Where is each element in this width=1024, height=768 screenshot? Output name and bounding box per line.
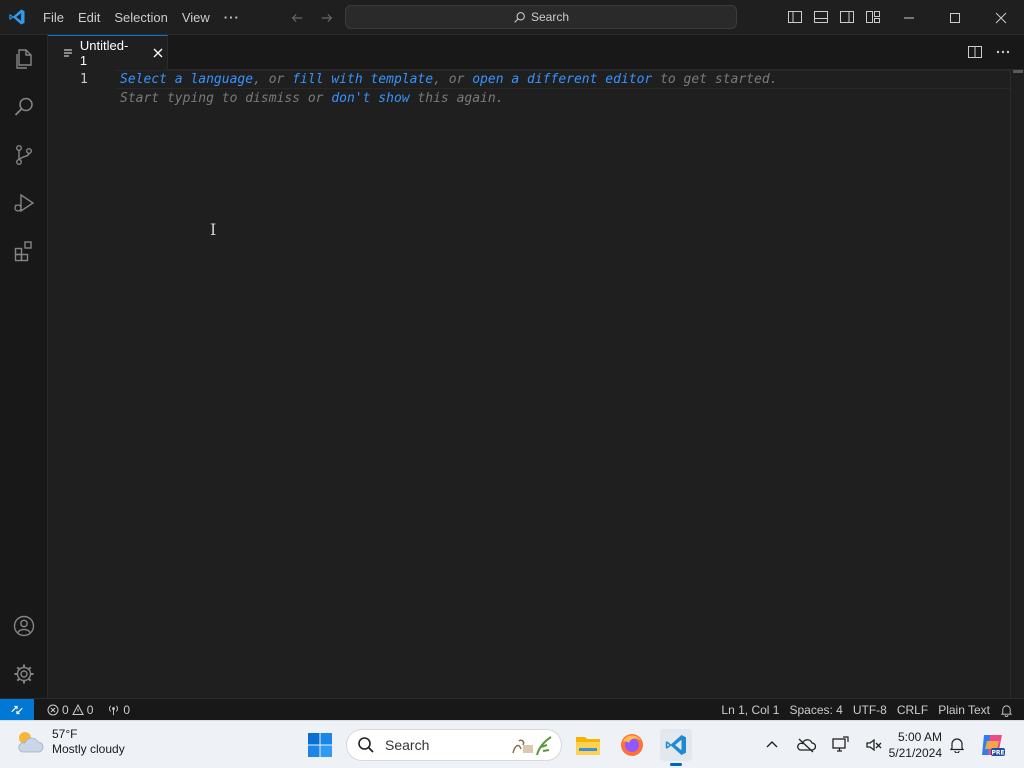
menu-bar: File Edit Selection View ··· bbox=[36, 0, 247, 35]
explorer-icon[interactable] bbox=[0, 35, 48, 83]
empty-editor-hint-line-2: Start typing to dismiss or don't show th… bbox=[120, 91, 504, 106]
extensions-icon[interactable] bbox=[0, 227, 48, 275]
hint-tail: to get started. bbox=[652, 72, 778, 87]
dont-show-link[interactable]: don't show bbox=[331, 91, 409, 106]
toggle-panel-icon[interactable] bbox=[810, 6, 832, 28]
broadcast-icon bbox=[109, 705, 119, 716]
taskbar-search-placeholder: Search bbox=[385, 737, 430, 753]
display-network-icon[interactable] bbox=[828, 733, 852, 757]
editor-actions bbox=[964, 41, 1014, 63]
notification-bell-icon[interactable] bbox=[946, 733, 968, 757]
text-editor[interactable]: 1 Select a language, or fill with templa… bbox=[48, 70, 1024, 698]
firefox-app-icon[interactable] bbox=[616, 729, 648, 761]
menu-view[interactable]: View bbox=[175, 7, 217, 29]
manage-gear-icon[interactable] bbox=[0, 650, 48, 698]
vscode-app-icon[interactable] bbox=[660, 729, 692, 766]
vscode-window: File Edit Selection View ··· Search Unti… bbox=[0, 0, 1024, 721]
clock-time: 5:00 AM bbox=[897, 730, 942, 744]
ports-count: 0 bbox=[123, 702, 131, 717]
search-icon bbox=[358, 737, 374, 753]
line-number: 1 bbox=[80, 72, 88, 87]
fill-with-template-link[interactable]: fill with template bbox=[292, 72, 433, 87]
error-icon bbox=[47, 704, 59, 715]
problems-status[interactable]: 0 0 bbox=[42, 703, 98, 717]
split-editor-icon[interactable] bbox=[964, 41, 986, 63]
forward-arrow-icon[interactable] bbox=[316, 7, 338, 29]
status-right: Ln 1, Col 1 Spaces: 4 UTF-8 CRLF Plain T… bbox=[716, 699, 1018, 721]
clock-date: 5/21/2024 bbox=[888, 746, 942, 760]
weather-widget[interactable]: 57°F Mostly cloudy bbox=[14, 727, 125, 757]
taskbar-clock[interactable]: 5:00 AM 5/21/2024 bbox=[880, 729, 942, 761]
back-arrow-icon[interactable] bbox=[286, 7, 308, 29]
show-hidden-icons-chevron-icon[interactable] bbox=[760, 733, 784, 757]
window-controls bbox=[886, 0, 1024, 35]
text-cursor-icon: I bbox=[210, 220, 217, 239]
warning-count: 0 bbox=[86, 702, 94, 717]
svg-text:PRE: PRE bbox=[991, 750, 1004, 757]
hint-separator: , or bbox=[433, 72, 473, 87]
minimize-icon[interactable] bbox=[886, 0, 932, 35]
navigation-arrows bbox=[286, 7, 338, 29]
vscode-logo-icon[interactable] bbox=[8, 8, 26, 26]
menu-selection[interactable]: Selection bbox=[107, 7, 174, 29]
weather-condition: Mostly cloudy bbox=[52, 742, 125, 756]
command-center-search[interactable]: Search bbox=[345, 5, 737, 29]
toggle-primary-sidebar-icon[interactable] bbox=[784, 6, 806, 28]
title-bar: File Edit Selection View ··· Search bbox=[0, 0, 1024, 35]
maximize-icon[interactable] bbox=[932, 0, 978, 35]
indentation[interactable]: Spaces: 4 bbox=[784, 703, 847, 717]
close-tab-icon[interactable] bbox=[149, 44, 167, 62]
windows-start-icon[interactable] bbox=[306, 731, 334, 759]
menu-more-icon[interactable]: ··· bbox=[217, 7, 247, 29]
error-count: 0 bbox=[62, 702, 69, 717]
select-language-link[interactable]: Select a language bbox=[120, 72, 253, 87]
ports-status[interactable]: 0 bbox=[102, 703, 135, 717]
hint-lead: Start typing to dismiss or bbox=[120, 91, 332, 106]
search-icon bbox=[514, 11, 525, 23]
onedrive-offline-icon[interactable] bbox=[794, 733, 818, 757]
menu-file[interactable]: File bbox=[36, 7, 71, 29]
tab-untitled-1[interactable]: Untitled-1 bbox=[48, 35, 168, 70]
notifications-bell-icon[interactable] bbox=[995, 704, 1018, 717]
windows-taskbar: 57°F Mostly cloudy Search 5:00 AM 5/21/2… bbox=[0, 720, 1024, 768]
copilot-preview-icon[interactable]: PRE bbox=[978, 731, 1006, 759]
encoding[interactable]: UTF-8 bbox=[848, 703, 892, 717]
remote-indicator-icon[interactable] bbox=[0, 698, 34, 721]
accounts-icon[interactable] bbox=[0, 602, 48, 650]
run-and-debug-icon[interactable] bbox=[0, 179, 48, 227]
system-tray bbox=[760, 733, 886, 757]
search-view-icon[interactable] bbox=[0, 83, 48, 131]
status-bar: 0 0 0 Ln 1, Col 1 Spaces: 4 UTF-8 CRLF P… bbox=[0, 698, 1024, 721]
status-left: 0 0 0 bbox=[34, 703, 135, 717]
more-actions-icon[interactable] bbox=[992, 41, 1014, 63]
plain-text-file-icon bbox=[63, 49, 72, 57]
source-control-icon[interactable] bbox=[0, 131, 48, 179]
tab-label: Untitled-1 bbox=[79, 38, 129, 68]
editor-scrollbar[interactable] bbox=[1010, 70, 1024, 698]
language-mode[interactable]: Plain Text bbox=[933, 703, 995, 717]
empty-editor-hint-line-1: Select a language, or fill with template… bbox=[120, 72, 777, 87]
customize-layout-icon[interactable] bbox=[862, 6, 884, 28]
activity-bar bbox=[0, 35, 48, 698]
end-of-line[interactable]: CRLF bbox=[892, 703, 933, 717]
hint-tail: this again. bbox=[409, 91, 504, 106]
command-center-label: Search bbox=[530, 10, 570, 24]
cursor-position[interactable]: Ln 1, Col 1 bbox=[716, 703, 784, 717]
file-explorer-app-icon[interactable] bbox=[572, 729, 604, 761]
hint-separator: , or bbox=[253, 72, 293, 87]
menu-edit[interactable]: Edit bbox=[71, 7, 107, 29]
toggle-secondary-sidebar-icon[interactable] bbox=[836, 6, 858, 28]
open-different-editor-link[interactable]: open a different editor bbox=[472, 72, 652, 87]
layout-controls bbox=[784, 6, 884, 28]
editor-tab-bar: Untitled-1 bbox=[48, 35, 1024, 70]
weather-temperature: 57°F bbox=[52, 727, 78, 741]
warning-icon bbox=[71, 703, 84, 715]
taskbar-search[interactable]: Search bbox=[346, 729, 562, 761]
cloudy-weather-icon bbox=[18, 732, 44, 753]
close-window-icon[interactable] bbox=[978, 0, 1024, 35]
search-highlight-illustration-icon bbox=[512, 736, 552, 756]
